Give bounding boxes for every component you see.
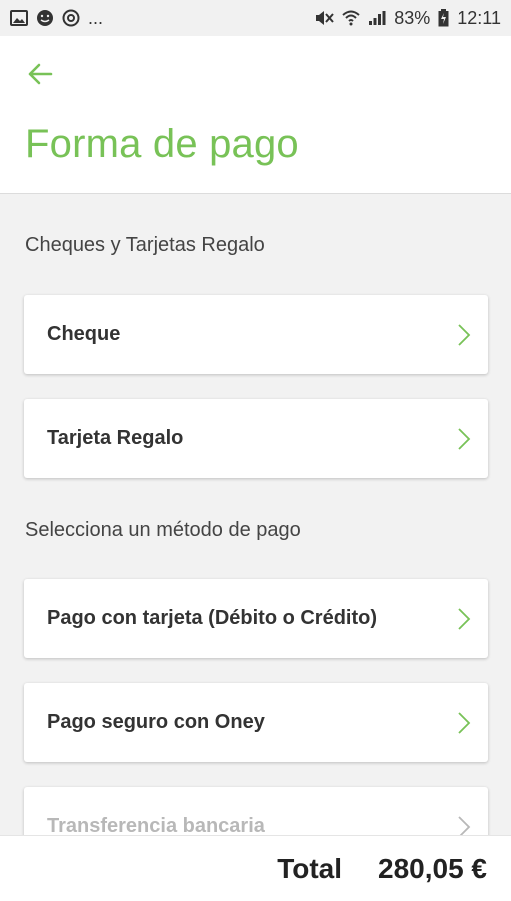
total-bar: Total 280,05 €: [0, 835, 511, 901]
option-pago-tarjeta[interactable]: Pago con tarjeta (Débito o Crédito): [24, 579, 488, 658]
total-value: 280,05 €: [378, 852, 487, 884]
option-pago-oney[interactable]: Pago seguro con Oney: [24, 683, 488, 762]
total-label: Total: [277, 852, 342, 884]
option-tarjeta-regalo[interactable]: Tarjeta Regalo: [24, 399, 488, 478]
chevron-right-icon: [458, 427, 471, 450]
arrow-left-icon: [27, 62, 53, 90]
wifi-icon: [342, 10, 360, 26]
option-label: Tarjeta Regalo: [47, 427, 184, 449]
status-bar-left: ...: [10, 8, 103, 29]
option-label: Pago seguro con Oney: [47, 711, 265, 733]
image-icon: [10, 10, 28, 26]
emoji-icon: [36, 9, 54, 27]
chevron-right-icon: [458, 323, 471, 346]
option-cheque[interactable]: Cheque: [24, 295, 488, 374]
notification-icon: [62, 9, 80, 27]
option-label: Pago con tarjeta (Débito o Crédito): [47, 607, 378, 629]
option-label: Cheque: [47, 323, 121, 345]
section-title-gift: Cheques y Tarjetas Regalo: [25, 234, 265, 256]
battery-icon: [438, 9, 449, 27]
status-ellipsis: ...: [88, 7, 104, 28]
chevron-right-icon: [458, 607, 471, 630]
app-header: Forma de pago: [0, 36, 511, 194]
mute-icon: [314, 10, 335, 26]
status-bar: ... 83% 12:11: [0, 0, 511, 36]
chevron-right-icon: [458, 711, 471, 734]
page-title: Forma de pago: [25, 122, 299, 166]
signal-icon: [368, 10, 386, 26]
back-button[interactable]: [20, 58, 60, 94]
status-bar-right: 83% 12:11: [314, 8, 501, 29]
battery-percent: 83%: [394, 7, 431, 28]
status-time: 12:11: [457, 7, 501, 28]
section-title-payment: Selecciona un método de pago: [25, 519, 301, 541]
